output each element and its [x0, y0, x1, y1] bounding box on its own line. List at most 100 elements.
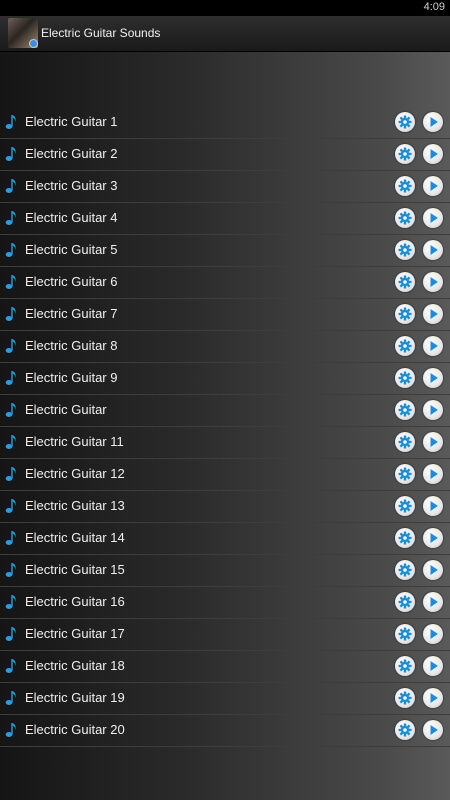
- music-note-icon: [5, 179, 16, 193]
- settings-button[interactable]: [395, 592, 415, 612]
- settings-button[interactable]: [395, 208, 415, 228]
- settings-button[interactable]: [395, 624, 415, 644]
- sound-label: Electric Guitar 2: [25, 146, 118, 161]
- action-bar: Electric Guitar Sounds: [0, 16, 450, 52]
- play-button[interactable]: [423, 688, 443, 708]
- sound-row[interactable]: Electric Guitar 7: [0, 299, 450, 331]
- settings-button[interactable]: [395, 720, 415, 740]
- music-note-icon: [5, 403, 16, 417]
- sound-row[interactable]: Electric Guitar 6: [0, 267, 450, 299]
- settings-button[interactable]: [395, 176, 415, 196]
- play-button[interactable]: [423, 176, 443, 196]
- play-button[interactable]: [423, 624, 443, 644]
- play-icon: [430, 341, 438, 351]
- sound-row[interactable]: Electric Guitar 9: [0, 363, 450, 395]
- gear-icon: [398, 211, 412, 225]
- sound-label: Electric Guitar 15: [25, 562, 125, 577]
- sound-row[interactable]: Electric Guitar 15: [0, 555, 450, 587]
- play-button[interactable]: [423, 720, 443, 740]
- status-time: 4:09: [423, 1, 445, 13]
- gear-icon: [398, 435, 412, 449]
- play-button[interactable]: [423, 240, 443, 260]
- sound-row[interactable]: Electric Guitar 12: [0, 459, 450, 491]
- sound-row[interactable]: Electric Guitar 16: [0, 587, 450, 619]
- play-icon: [430, 437, 438, 447]
- play-button[interactable]: [423, 528, 443, 548]
- sound-row[interactable]: Electric Guitar 1: [0, 107, 450, 139]
- gear-icon: [398, 595, 412, 609]
- sound-row[interactable]: Electric Guitar 19: [0, 683, 450, 715]
- gear-icon: [398, 179, 412, 193]
- play-button[interactable]: [423, 432, 443, 452]
- sound-row[interactable]: Electric Guitar 14: [0, 523, 450, 555]
- play-button[interactable]: [423, 272, 443, 292]
- sound-row[interactable]: Electric Guitar 13: [0, 491, 450, 523]
- play-button[interactable]: [423, 208, 443, 228]
- play-icon: [430, 309, 438, 319]
- sound-row[interactable]: Electric Guitar 20: [0, 715, 450, 747]
- gear-icon: [398, 243, 412, 257]
- sound-row[interactable]: Electric Guitar 2: [0, 139, 450, 171]
- play-icon: [430, 469, 438, 479]
- sound-row[interactable]: Electric Guitar 18: [0, 651, 450, 683]
- sound-row[interactable]: Electric Guitar 3: [0, 171, 450, 203]
- music-note-icon: [5, 595, 16, 609]
- settings-button[interactable]: [395, 528, 415, 548]
- settings-button[interactable]: [395, 688, 415, 708]
- settings-button[interactable]: [395, 432, 415, 452]
- sound-label: Electric Guitar 11: [25, 434, 124, 449]
- play-button[interactable]: [423, 656, 443, 676]
- play-button[interactable]: [423, 336, 443, 356]
- settings-button[interactable]: [395, 656, 415, 676]
- play-button[interactable]: [423, 592, 443, 612]
- settings-button[interactable]: [395, 336, 415, 356]
- sound-row[interactable]: Electric Guitar 4: [0, 203, 450, 235]
- sound-row[interactable]: Electric Guitar: [0, 395, 450, 427]
- settings-button[interactable]: [395, 400, 415, 420]
- music-note-icon: [5, 371, 16, 385]
- settings-button[interactable]: [395, 560, 415, 580]
- music-note-icon: [5, 307, 16, 321]
- music-note-icon: [5, 563, 16, 577]
- sound-label: Electric Guitar 12: [25, 466, 125, 481]
- sound-label: Electric Guitar: [25, 402, 107, 417]
- settings-button[interactable]: [395, 368, 415, 388]
- settings-button[interactable]: [395, 464, 415, 484]
- play-button[interactable]: [423, 400, 443, 420]
- play-icon: [430, 405, 438, 415]
- music-note-icon: [5, 531, 16, 545]
- settings-button[interactable]: [395, 144, 415, 164]
- gear-icon: [398, 275, 412, 289]
- sound-label: Electric Guitar 3: [25, 178, 118, 193]
- sound-label: Electric Guitar 16: [25, 594, 125, 609]
- play-button[interactable]: [423, 464, 443, 484]
- play-button[interactable]: [423, 496, 443, 516]
- play-icon: [430, 117, 438, 127]
- sound-label: Electric Guitar 1: [25, 114, 118, 129]
- settings-button[interactable]: [395, 240, 415, 260]
- gear-icon: [398, 499, 412, 513]
- music-note-icon: [5, 339, 16, 353]
- settings-button[interactable]: [395, 304, 415, 324]
- play-button[interactable]: [423, 304, 443, 324]
- play-icon: [430, 373, 438, 383]
- play-icon: [430, 725, 438, 735]
- sound-row[interactable]: Electric Guitar 8: [0, 331, 450, 363]
- play-button[interactable]: [423, 112, 443, 132]
- music-note-icon: [5, 115, 16, 129]
- settings-button[interactable]: [395, 272, 415, 292]
- settings-button[interactable]: [395, 112, 415, 132]
- play-icon: [430, 213, 438, 223]
- play-button[interactable]: [423, 368, 443, 388]
- gear-icon: [398, 723, 412, 737]
- guitar-app-icon[interactable]: [8, 18, 38, 48]
- play-button[interactable]: [423, 144, 443, 164]
- settings-button[interactable]: [395, 496, 415, 516]
- sound-row[interactable]: Electric Guitar 17: [0, 619, 450, 651]
- music-note-icon: [5, 211, 16, 225]
- sound-row[interactable]: Electric Guitar 11: [0, 427, 450, 459]
- play-button[interactable]: [423, 560, 443, 580]
- gear-icon: [398, 467, 412, 481]
- sound-row[interactable]: Electric Guitar 5: [0, 235, 450, 267]
- sound-label: Electric Guitar 17: [25, 626, 125, 641]
